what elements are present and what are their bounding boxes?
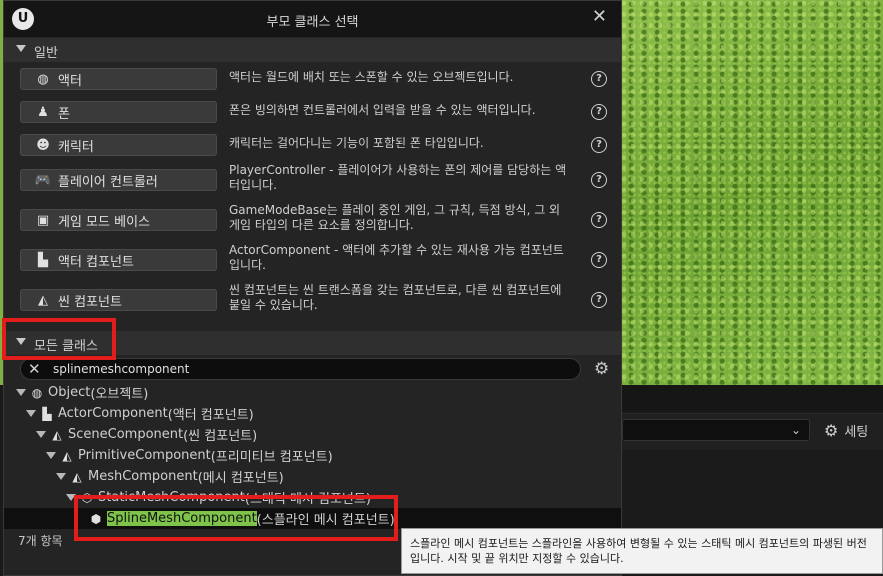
- expand-triangle-icon[interactable]: [46, 452, 56, 459]
- annotation-box-all-classes: [2, 318, 116, 360]
- class-icon: ◭: [72, 469, 82, 484]
- common-class-button[interactable]: ◍ 액터: [20, 68, 217, 90]
- dialog-titlebar: U 부모 클래스 선택 ✕: [4, 1, 621, 37]
- tree-node[interactable]: ◍ Object (오브젝트): [16, 382, 148, 403]
- tree-node-suffix: (프리미티브 컴포넌트): [210, 450, 333, 465]
- pick-parent-class-dialog: U 부모 클래스 선택 ✕ 일반 ◍ 액터 액터는 월드에 배치 또는 스폰할 수 …: [3, 0, 622, 576]
- view-options-gear-icon[interactable]: ⚙: [594, 359, 609, 379]
- class-icon: ◭: [52, 427, 62, 442]
- common-class-label: 씬 컴포넌트: [58, 294, 122, 310]
- common-class-row: ▣ 게임 모드 베이스 GameModeBase는 플레이 중인 게임, 그 규칙,…: [4, 203, 621, 238]
- common-class-label: 폰: [58, 106, 70, 122]
- tree-node-suffix: (오브젝트): [90, 387, 149, 402]
- tree-node[interactable]: ◭ PrimitiveComponent (프리미티브 컴포넌트): [46, 445, 333, 466]
- class-icon: ▙: [42, 406, 52, 421]
- item-count: 7개 항목: [18, 534, 63, 548]
- common-class-row: ▙ 액터 컴포넌트 ActorComponent - 액터에 추가할 수 있는 재사…: [4, 243, 621, 278]
- game-mode-icon: ▣: [36, 212, 50, 228]
- help-icon[interactable]: ?: [591, 212, 607, 228]
- search-input[interactable]: [53, 361, 553, 377]
- help-icon[interactable]: ?: [591, 71, 607, 87]
- common-class-label: 캐릭터: [58, 139, 94, 155]
- common-class-row: ♟ 폰 폰은 빙의하면 컨트롤러에서 입력을 받을 수 있는 액터입니다.?: [4, 100, 621, 130]
- common-class-label: 액터 컴포넌트: [58, 254, 134, 270]
- common-class-button[interactable]: ◭ 씬 컴포넌트: [20, 289, 217, 311]
- expand-triangle-icon[interactable]: [56, 473, 66, 480]
- class-tooltip: 스플라인 메시 컴포넌트는 스플라인을 사용하여 변형될 수 있는 스태틱 메시…: [401, 528, 883, 574]
- tree-node-name: Object: [48, 385, 91, 400]
- tree-node-name: ActorComponent: [58, 406, 168, 421]
- tree-node-name: SceneComponent: [68, 427, 184, 442]
- tree-node-suffix: (씬 컴포넌트): [183, 429, 258, 444]
- pawn-icon: ♟: [37, 104, 49, 120]
- character-icon: ☻: [36, 137, 50, 153]
- common-class-description: 액터는 월드에 배치 또는 스폰할 수 있는 오브젝트입니다.: [229, 70, 514, 84]
- tree-node-suffix: (액터 컴포넌트): [167, 408, 254, 423]
- gamepad-icon: 🎮: [34, 172, 52, 188]
- close-button[interactable]: ✕: [592, 6, 607, 27]
- clear-search-icon[interactable]: ✕: [28, 360, 41, 378]
- collapse-triangle-icon: [16, 45, 26, 52]
- common-class-row: ◍ 액터 액터는 월드에 배치 또는 스폰할 수 있는 오브젝트입니다.?: [4, 67, 621, 97]
- class-icon: ◭: [62, 448, 72, 463]
- common-class-button[interactable]: ▙ 액터 컴포넌트: [20, 249, 217, 271]
- help-icon[interactable]: ?: [591, 252, 607, 268]
- settings-button[interactable]: ⚙ 세팅: [824, 421, 868, 440]
- tree-node[interactable]: ◭ MeshComponent (메시 컴포넌트): [56, 466, 284, 487]
- expand-triangle-icon[interactable]: [16, 389, 26, 396]
- tree-node[interactable]: ◭ SceneComponent (씬 컴포넌트): [36, 424, 257, 445]
- common-class-button[interactable]: ☻ 캐릭터: [20, 134, 217, 156]
- help-icon[interactable]: ?: [591, 104, 607, 120]
- common-class-row: ☻ 캐릭터 캐릭터는 걸어다니는 기능이 포함된 폰 타입입니다.?: [4, 133, 621, 163]
- chevron-down-icon: ⌄: [790, 423, 801, 437]
- common-class-row: ◭ 씬 컴포넌트 씬 컴포넌트는 씬 트랜스폼을 갖는 컴포넌트로, 다른 씬 컴포…: [4, 283, 621, 318]
- common-class-description: GameModeBase는 플레이 중인 게임, 그 규칙, 득점 방식, 그 …: [229, 203, 561, 232]
- common-class-description: 폰은 빙의하면 컨트롤러에서 입력을 받을 수 있는 액터입니다.: [229, 103, 536, 117]
- tree-node-suffix: (메시 컴포넌트): [197, 471, 284, 486]
- actor-sphere-icon: ◍: [37, 71, 49, 87]
- common-class-label: 게임 모드 베이스: [58, 214, 150, 230]
- common-class-description: ActorComponent - 액터에 추가할 수 있는 재사용 가능 컴포넌…: [229, 243, 564, 272]
- common-class-description: 캐릭터는 걸어다니는 기능이 포함된 폰 타입입니다.: [229, 136, 484, 150]
- background-dropdown[interactable]: ⌄: [622, 419, 810, 441]
- help-icon[interactable]: ?: [591, 292, 607, 308]
- common-class-label: 액터: [58, 73, 82, 89]
- common-class-button[interactable]: ♟ 폰: [20, 101, 217, 123]
- help-icon[interactable]: ?: [591, 137, 607, 153]
- settings-label: 세팅: [844, 425, 869, 440]
- class-icon: ◍: [31, 385, 43, 400]
- editor-toolbar-strip: [622, 385, 883, 411]
- expand-triangle-icon[interactable]: [36, 431, 46, 438]
- section-common-label: 일반: [34, 46, 58, 61]
- common-class-button[interactable]: ▣ 게임 모드 베이스: [20, 209, 217, 231]
- gear-icon: ⚙: [824, 421, 839, 440]
- class-search-box[interactable]: ✕: [20, 358, 581, 380]
- common-class-description: 씬 컴포넌트는 씬 트랜스폼을 갖는 컴포넌트로, 다른 씬 컴포넌트에 붙일 …: [229, 283, 562, 312]
- common-class-button[interactable]: 🎮 플레이어 컨트롤러: [20, 169, 217, 191]
- tree-node[interactable]: ▙ ActorComponent (액터 컴포넌트): [26, 403, 254, 424]
- expand-triangle-icon[interactable]: [26, 410, 36, 417]
- scene-component-icon: ◭: [38, 292, 48, 308]
- tree-node-name: PrimitiveComponent: [78, 448, 211, 463]
- help-icon[interactable]: ?: [591, 172, 607, 188]
- viewport-grass: [622, 0, 883, 385]
- common-class-description: PlayerController - 플레이어가 사용하는 폰의 제어를 담당하…: [229, 163, 567, 192]
- common-class-label: 플레이어 컨트롤러: [58, 174, 158, 190]
- dialog-title: 부모 클래스 선택: [266, 15, 359, 30]
- tree-node-name: MeshComponent: [88, 469, 198, 484]
- section-common-header[interactable]: 일반: [4, 38, 621, 62]
- annotation-box-spline-mesh: [74, 495, 398, 541]
- common-class-row: 🎮 플레이어 컨트롤러 PlayerController - 플레이어가 사용하는 …: [4, 163, 621, 198]
- actor-component-icon: ▙: [38, 252, 48, 268]
